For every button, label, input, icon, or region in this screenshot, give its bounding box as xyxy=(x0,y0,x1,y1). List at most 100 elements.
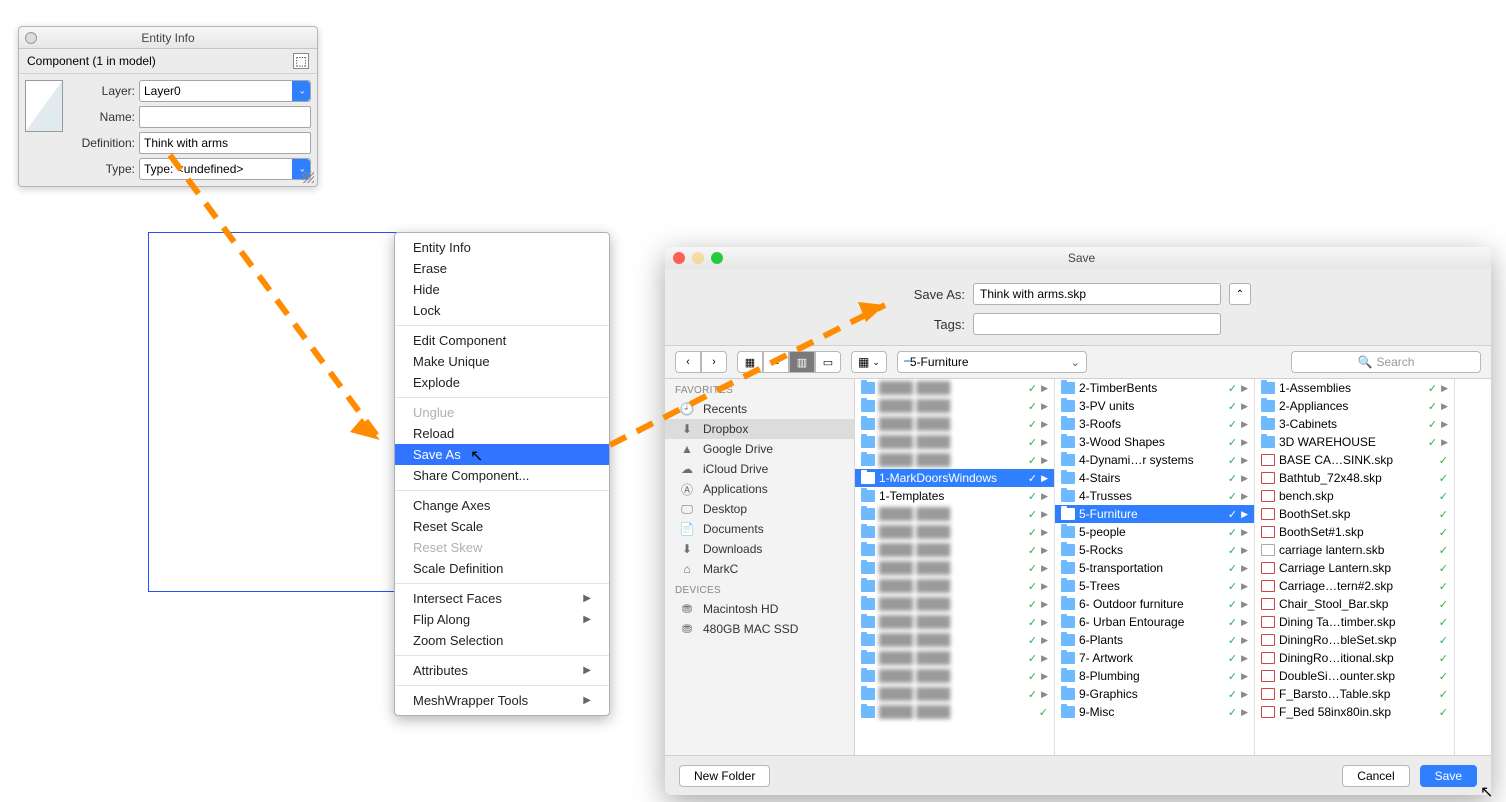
list-item[interactable]: 9-Misc✓▶ xyxy=(1055,703,1254,721)
list-item[interactable]: 3-Roofs✓▶ xyxy=(1055,415,1254,433)
list-item[interactable]: 5-Trees✓▶ xyxy=(1055,577,1254,595)
list-item[interactable]: 3-Cabinets✓▶ xyxy=(1255,415,1454,433)
list-item[interactable]: ████ ████✓▶ xyxy=(855,649,1054,667)
sidebar-item-markc[interactable]: ⌂MarkC xyxy=(665,559,854,579)
view-mode-segmented[interactable]: ▦ ≡ ▥ ▭ xyxy=(737,351,841,373)
expand-icon[interactable]: ⬚ xyxy=(293,53,309,69)
list-item[interactable]: 5-Rocks✓▶ xyxy=(1055,541,1254,559)
sidebar-item-recents[interactable]: 🕘Recents xyxy=(665,399,854,419)
list-item[interactable]: 3-Wood Shapes✓▶ xyxy=(1055,433,1254,451)
list-item[interactable]: 1-Assemblies✓▶ xyxy=(1255,379,1454,397)
sidebar-item-480gb-mac-ssd[interactable]: ⛃480GB MAC SSD xyxy=(665,619,854,639)
list-item[interactable]: ████ ████✓▶ xyxy=(855,667,1054,685)
list-item[interactable]: 2-TimberBents✓▶ xyxy=(1055,379,1254,397)
list-item[interactable]: bench.skp✓ xyxy=(1255,487,1454,505)
list-item[interactable]: carriage lantern.skb✓ xyxy=(1255,541,1454,559)
list-item[interactable]: 3-PV units✓▶ xyxy=(1055,397,1254,415)
entity-info-titlebar[interactable]: Entity Info xyxy=(19,27,317,49)
list-item[interactable]: ████ ████✓▶ xyxy=(855,685,1054,703)
save-dialog-titlebar[interactable]: Save xyxy=(665,247,1491,269)
list-view-icon[interactable]: ≡ xyxy=(763,351,789,373)
definition-input[interactable]: Think with arms xyxy=(139,132,311,154)
cancel-button[interactable]: Cancel xyxy=(1342,765,1409,787)
list-item[interactable]: ████ ████✓▶ xyxy=(855,613,1054,631)
list-item[interactable]: DiningRo…itional.skp✓ xyxy=(1255,649,1454,667)
menu-item-entity-info[interactable]: Entity Info xyxy=(395,237,609,258)
sidebar-item-documents[interactable]: 📄Documents xyxy=(665,519,854,539)
list-item[interactable]: ████ ████✓▶ xyxy=(855,577,1054,595)
menu-item-meshwrapper-tools[interactable]: MeshWrapper Tools▶ xyxy=(395,690,609,711)
menu-item-intersect-faces[interactable]: Intersect Faces▶ xyxy=(395,588,609,609)
menu-item-lock[interactable]: Lock xyxy=(395,300,609,321)
list-item[interactable]: 2-Appliances✓▶ xyxy=(1255,397,1454,415)
list-item[interactable]: ████ ████✓▶ xyxy=(855,415,1054,433)
search-input[interactable]: 🔍 Search xyxy=(1291,351,1481,373)
type-select[interactable]: Type: <undefined>⌄ xyxy=(139,158,311,180)
list-item[interactable]: BoothSet.skp✓ xyxy=(1255,505,1454,523)
list-item[interactable]: 5-Furniture✓▶ xyxy=(1055,505,1254,523)
list-item[interactable]: ████ ████✓▶ xyxy=(855,595,1054,613)
sidebar-item-downloads[interactable]: ⬇Downloads xyxy=(665,539,854,559)
menu-item-reset-scale[interactable]: Reset Scale xyxy=(395,516,609,537)
list-item[interactable]: 8-Plumbing✓▶ xyxy=(1055,667,1254,685)
list-item[interactable]: 5-people✓▶ xyxy=(1055,523,1254,541)
save-button[interactable]: Save xyxy=(1420,765,1477,787)
collapse-icon[interactable]: ⌃ xyxy=(1229,283,1251,305)
sidebar-item-macintosh-hd[interactable]: ⛃Macintosh HD xyxy=(665,599,854,619)
menu-item-edit-component[interactable]: Edit Component xyxy=(395,330,609,351)
name-input[interactable] xyxy=(139,106,311,128)
nav-back-forward[interactable]: ‹ › xyxy=(675,351,727,373)
column-3[interactable]: 1-Assemblies✓▶2-Appliances✓▶3-Cabinets✓▶… xyxy=(1255,379,1455,755)
list-item[interactable]: ████ ████✓ xyxy=(855,703,1054,721)
column-1[interactable]: ████ ████✓▶████ ████✓▶████ ████✓▶████ ██… xyxy=(855,379,1055,755)
sidebar-item-icloud-drive[interactable]: ☁iCloud Drive xyxy=(665,459,854,479)
tags-input[interactable] xyxy=(973,313,1221,335)
icon-view-icon[interactable]: ▦ xyxy=(737,351,763,373)
list-item[interactable]: ████ ████✓▶ xyxy=(855,541,1054,559)
list-item[interactable]: DiningRo…bleSet.skp✓ xyxy=(1255,631,1454,649)
new-folder-button[interactable]: New Folder xyxy=(679,765,770,787)
list-item[interactable]: ████ ████✓▶ xyxy=(855,397,1054,415)
list-item[interactable]: 6-Plants✓▶ xyxy=(1055,631,1254,649)
list-item[interactable]: Carriage Lantern.skp✓ xyxy=(1255,559,1454,577)
list-item[interactable]: 6- Outdoor furniture✓▶ xyxy=(1055,595,1254,613)
menu-item-make-unique[interactable]: Make Unique xyxy=(395,351,609,372)
sidebar-item-applications[interactable]: ⒶApplications xyxy=(665,479,854,499)
menu-item-zoom-selection[interactable]: Zoom Selection xyxy=(395,630,609,651)
sidebar-item-google-drive[interactable]: ▲Google Drive xyxy=(665,439,854,459)
list-item[interactable]: 4-Dynami…r systems✓▶ xyxy=(1055,451,1254,469)
menu-item-hide[interactable]: Hide xyxy=(395,279,609,300)
sidebar-item-desktop[interactable]: 🖵Desktop xyxy=(665,499,854,519)
list-item[interactable]: BoothSet#1.skp✓ xyxy=(1255,523,1454,541)
menu-item-save-as[interactable]: Save As xyxy=(395,444,609,465)
menu-item-erase[interactable]: Erase xyxy=(395,258,609,279)
list-item[interactable]: F_Bed 58inx80in.skp✓ xyxy=(1255,703,1454,721)
list-item[interactable]: ████ ████✓▶ xyxy=(855,505,1054,523)
group-by-button[interactable]: ▦ ⌄ xyxy=(851,351,887,373)
layer-select[interactable]: Layer0⌄ xyxy=(139,80,311,102)
save-as-input[interactable]: Think with arms.skp xyxy=(973,283,1221,305)
list-item[interactable]: Carriage…tern#2.skp✓ xyxy=(1255,577,1454,595)
list-item[interactable]: F_Barsto…Table.skp✓ xyxy=(1255,685,1454,703)
menu-item-scale-definition[interactable]: Scale Definition xyxy=(395,558,609,579)
menu-item-change-axes[interactable]: Change Axes xyxy=(395,495,609,516)
list-item[interactable]: ████ ████✓▶ xyxy=(855,451,1054,469)
list-item[interactable]: Dining Ta…timber.skp✓ xyxy=(1255,613,1454,631)
back-button[interactable]: ‹ xyxy=(675,351,701,373)
list-item[interactable]: 4-Trusses✓▶ xyxy=(1055,487,1254,505)
list-item[interactable]: BASE CA…SINK.skp✓ xyxy=(1255,451,1454,469)
list-item[interactable]: DoubleSi…ounter.skp✓ xyxy=(1255,667,1454,685)
menu-item-explode[interactable]: Explode xyxy=(395,372,609,393)
menu-item-share-component-[interactable]: Share Component... xyxy=(395,465,609,486)
list-item[interactable]: 9-Graphics✓▶ xyxy=(1055,685,1254,703)
list-item[interactable]: 3D WAREHOUSE✓▶ xyxy=(1255,433,1454,451)
menu-item-reload[interactable]: Reload xyxy=(395,423,609,444)
location-dropdown[interactable]: 5-Furniture xyxy=(897,351,1087,373)
list-item[interactable]: ████ ████✓▶ xyxy=(855,433,1054,451)
list-item[interactable]: Chair_Stool_Bar.skp✓ xyxy=(1255,595,1454,613)
list-item[interactable]: 5-transportation✓▶ xyxy=(1055,559,1254,577)
list-item[interactable]: ████ ████✓▶ xyxy=(855,559,1054,577)
column-view-icon[interactable]: ▥ xyxy=(789,351,815,373)
sidebar-item-dropbox[interactable]: ⬇Dropbox xyxy=(665,419,854,439)
list-item[interactable]: ████ ████✓▶ xyxy=(855,523,1054,541)
